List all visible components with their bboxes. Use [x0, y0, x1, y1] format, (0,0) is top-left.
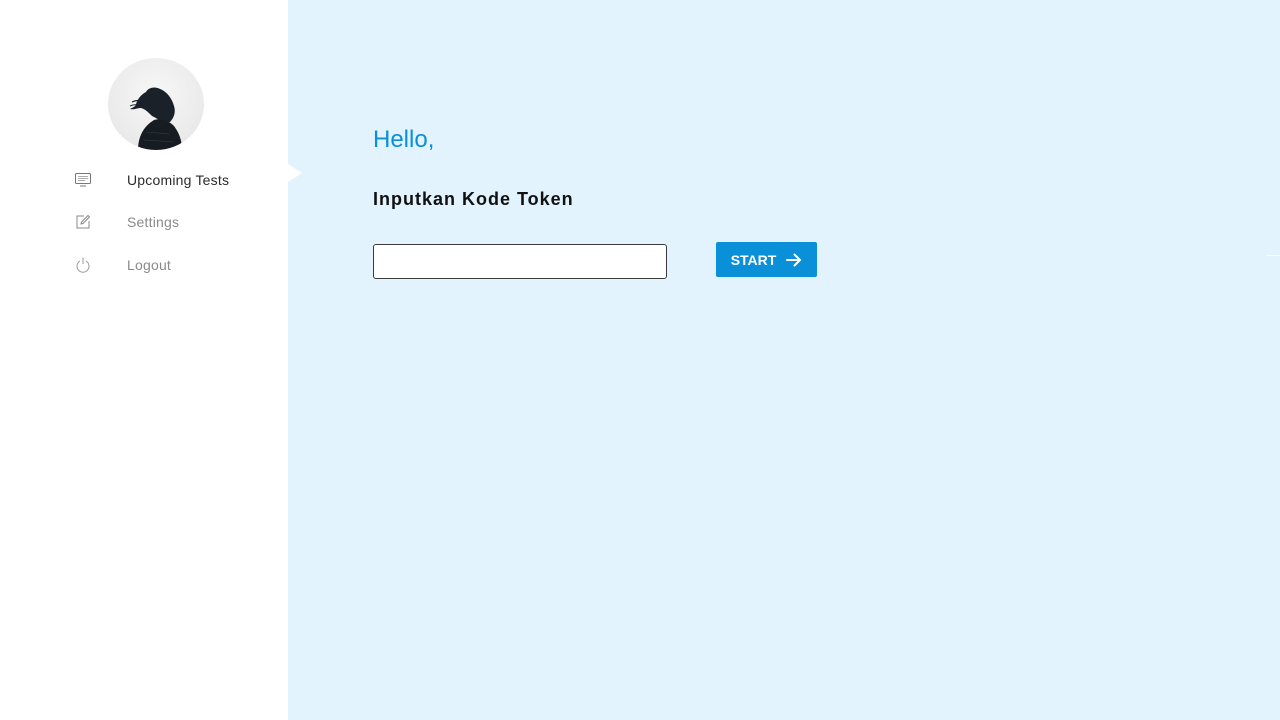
- arrow-right-icon: [786, 253, 802, 267]
- avatar[interactable]: [108, 58, 204, 150]
- token-input[interactable]: [373, 244, 667, 279]
- sidebar: Upcoming Tests Settings Logout: [0, 0, 288, 720]
- sidebar-item-label: Logout: [127, 257, 172, 273]
- token-prompt: Inputkan Kode Token: [373, 189, 574, 209]
- sidebar-item-logout[interactable]: Logout: [70, 253, 171, 277]
- active-indicator: [288, 164, 302, 182]
- greeting-text: Hello,: [373, 126, 435, 153]
- monitor-icon: [70, 170, 96, 190]
- user-silhouette-icon: [129, 87, 182, 150]
- edit-icon: [70, 212, 96, 232]
- start-button-label: START: [730, 251, 777, 268]
- edge-divider: [1267, 255, 1280, 256]
- start-button[interactable]: START: [716, 242, 817, 277]
- sidebar-item-label: Upcoming Tests: [127, 172, 230, 188]
- sidebar-item-settings[interactable]: Settings: [70, 210, 179, 234]
- sidebar-item-label: Settings: [127, 214, 180, 230]
- sidebar-item-upcoming-tests[interactable]: Upcoming Tests: [70, 168, 229, 192]
- power-icon: [70, 255, 96, 275]
